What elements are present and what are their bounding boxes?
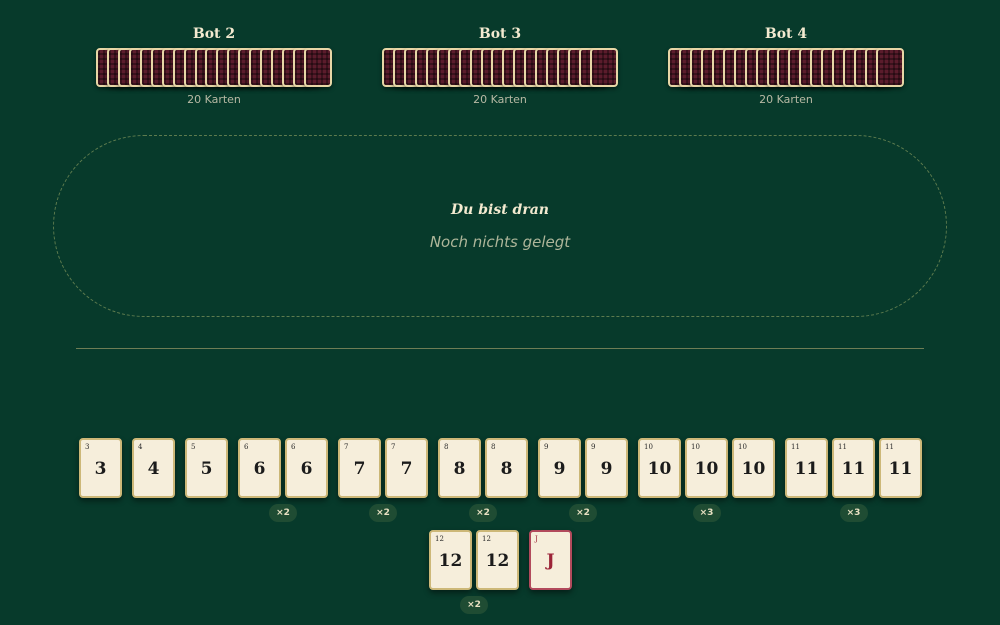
hand-card[interactable]: 99 [538,438,581,498]
hand-card[interactable]: 33 [79,438,122,498]
card-rank: 7 [400,459,413,479]
bot-name: Bot 3 [478,26,522,42]
hand-card[interactable]: 11 11 [879,438,922,498]
card-corner-rank: 10 [738,443,747,451]
card-rank: 7 [353,459,366,479]
table-empty-message: Noch nichts gelegt [429,233,571,251]
card-rank: 12 [485,551,510,571]
bot-card-count: 20 Karten [187,93,241,106]
joker-card[interactable]: JJ [529,530,572,590]
card-back [304,48,332,87]
bot-card-count: 20 Karten [473,93,527,106]
card-rank: 9 [600,459,613,479]
card-rank: 3 [94,459,107,479]
card-rank: 10 [647,459,672,479]
bot-hand [96,48,332,87]
card-corner-rank: 9 [544,443,549,451]
card-corner-rank: J [535,535,538,543]
card-corner-rank: 7 [344,443,349,451]
group-count-badge: ×2 [369,504,397,522]
card-corner-rank: 4 [138,443,143,451]
hand-card[interactable]: 12 12 [429,530,472,590]
card-corner-rank: 11 [885,443,894,451]
turn-indicator: Du bist dran [451,202,549,218]
hand-card[interactable]: 10 10 [685,438,728,498]
bot-name: Bot 2 [192,26,236,42]
card-rank: 6 [300,459,313,479]
hand-card[interactable]: 10 10 [732,438,775,498]
hand-card[interactable]: 88 [438,438,481,498]
card-rank: 12 [438,551,463,571]
card-corner-rank: 5 [191,443,196,451]
hand-card[interactable]: 99 [585,438,628,498]
game-board: Bot 2 20 Karten Bot 3 20 Karten Bot 4 20… [0,0,1000,625]
card-rank: 9 [553,459,566,479]
card-rank: 8 [500,459,513,479]
hand-card[interactable]: 55 [185,438,228,498]
play-table: Du bist dran Noch nichts gelegt [53,135,947,317]
card-corner-rank: 9 [591,443,596,451]
bot-name: Bot 4 [764,26,808,42]
card-rank: 5 [200,459,213,479]
card-corner-rank: 3 [85,443,90,451]
card-rank: 8 [453,459,466,479]
card-corner-rank: 11 [838,443,847,451]
bot-2-seat: Bot 2 20 Karten [96,25,332,106]
bot-3-seat: Bot 3 20 Karten [382,25,618,106]
card-corner-rank: 6 [291,443,296,451]
group-count-badge: ×2 [460,596,488,614]
hand-divider [76,348,924,349]
card-corner-rank: 8 [444,443,449,451]
hand-card[interactable]: 11 11 [832,438,875,498]
hand-card[interactable]: 66 [285,438,328,498]
card-rank: 4 [147,459,160,479]
card-corner-rank: 8 [491,443,496,451]
hand-card[interactable]: 66 [238,438,281,498]
bot-hand [668,48,904,87]
card-rank: 11 [794,459,819,479]
card-corner-rank: 10 [691,443,700,451]
hand-card[interactable]: 11 11 [785,438,828,498]
group-count-badge: ×2 [569,504,597,522]
card-corner-rank: 6 [244,443,249,451]
hand-card[interactable]: 77 [338,438,381,498]
group-count-badge: ×2 [269,504,297,522]
hand-card[interactable]: 88 [485,438,528,498]
card-corner-rank: 7 [391,443,396,451]
card-rank: 10 [694,459,719,479]
bot-hand [382,48,618,87]
card-rank: 10 [741,459,766,479]
bot-card-count: 20 Karten [759,93,813,106]
card-rank: 11 [888,459,913,479]
card-corner-rank: 12 [435,535,444,543]
card-back [590,48,618,87]
card-rank: 11 [841,459,866,479]
card-corner-rank: 12 [482,535,491,543]
hand-card[interactable]: 44 [132,438,175,498]
card-corner-rank: 11 [791,443,800,451]
group-count-badge: ×3 [692,504,721,522]
hand-card[interactable]: 10 10 [638,438,681,498]
group-count-badge: ×3 [839,504,868,522]
card-corner-rank: 10 [644,443,653,451]
hand-card[interactable]: 77 [385,438,428,498]
group-count-badge: ×2 [469,504,497,522]
card-rank: 6 [253,459,266,479]
bot-4-seat: Bot 4 20 Karten [668,25,904,106]
hand-card[interactable]: 12 12 [476,530,519,590]
card-back [876,48,904,87]
card-rank: J [546,551,555,571]
